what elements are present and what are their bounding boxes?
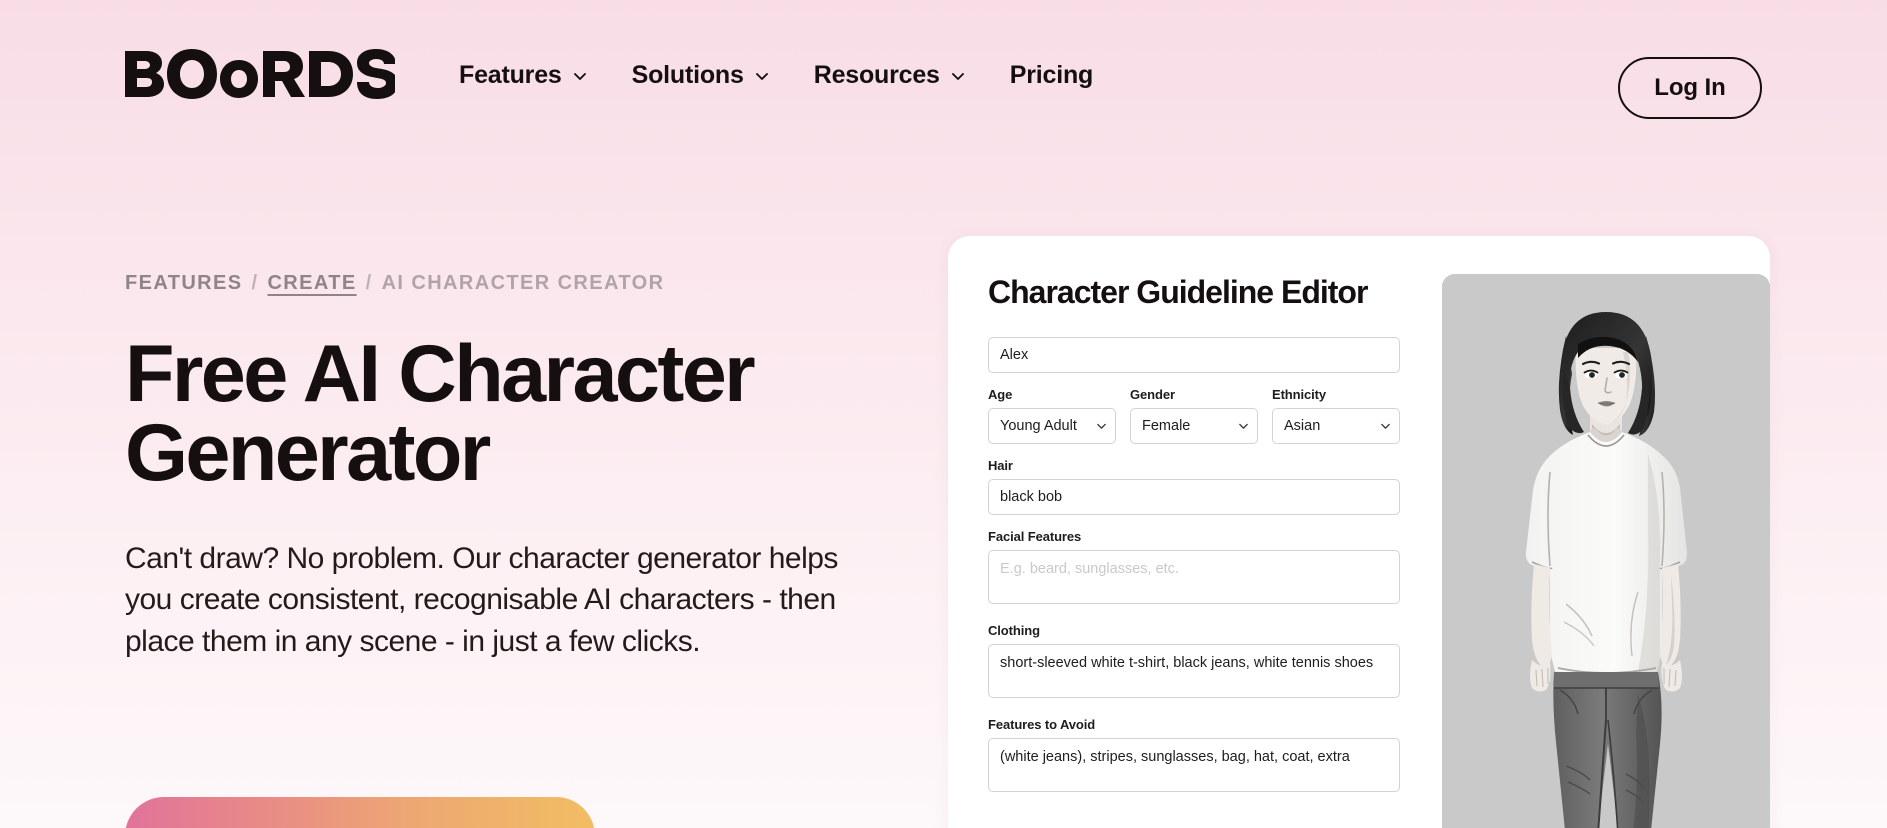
- features-to-avoid-label: Features to Avoid: [988, 717, 1096, 732]
- page-title: Free AI Character Generator: [125, 329, 756, 499]
- character-form: Character Guideline Editor Age Young Adu…: [988, 274, 1400, 828]
- character-preview-panel[interactable]: [1442, 274, 1770, 828]
- boords-wordmark-icon: [125, 49, 395, 99]
- facial-features-textarea[interactable]: [988, 550, 1400, 604]
- hair-label: Hair: [988, 458, 1013, 473]
- nav-item-pricing-label: Pricing: [1009, 60, 1094, 89]
- facial-features-field-block: Facial Features: [988, 529, 1400, 609]
- clothing-field-block: Clothing: [988, 623, 1400, 703]
- hero-section: FEATURES / CREATE / AI CHARACTER CREATOR…: [125, 272, 885, 662]
- character-guideline-editor-card: Character Guideline Editor Age Young Adu…: [948, 236, 1770, 828]
- clothing-textarea[interactable]: [988, 644, 1400, 698]
- nav-item-resources[interactable]: Resources: [814, 61, 966, 90]
- age-label: Age: [988, 387, 1013, 402]
- ethnicity-label: Ethnicity: [1272, 387, 1326, 402]
- ethnicity-select[interactable]: Asian: [1272, 408, 1400, 444]
- attribute-select-row: Age Young Adult Gender Female Ethnicity …: [988, 387, 1400, 444]
- features-to-avoid-textarea[interactable]: [988, 738, 1400, 792]
- hair-field-block: Hair: [988, 458, 1400, 515]
- clothing-label: Clothing: [988, 623, 1040, 638]
- chevron-down-icon: [572, 68, 588, 84]
- primary-cta-button[interactable]: [125, 797, 595, 828]
- nav-item-resources-label: Resources: [813, 60, 940, 89]
- editor-title: Character Guideline Editor: [988, 274, 1368, 310]
- boords-logo[interactable]: [125, 47, 395, 103]
- nav-item-features[interactable]: Features: [459, 61, 588, 90]
- breadcrumb-separator: /: [365, 272, 373, 294]
- name-field-block: [988, 337, 1400, 373]
- breadcrumb-item-features[interactable]: FEATURES: [125, 272, 243, 295]
- nav-item-pricing[interactable]: Pricing: [1009, 60, 1094, 90]
- breadcrumb-separator: /: [251, 272, 259, 294]
- nav-item-solutions-label: Solutions: [631, 60, 744, 89]
- nav-item-solutions[interactable]: Solutions: [632, 61, 770, 90]
- ethnicity-field-block: Ethnicity Asian: [1272, 387, 1400, 444]
- chevron-down-icon: [754, 68, 770, 84]
- main-navigation: Features Solutions Resources Pricing: [459, 61, 1093, 90]
- character-name-input[interactable]: [988, 337, 1400, 373]
- gender-select[interactable]: Female: [1130, 408, 1258, 444]
- breadcrumb: FEATURES / CREATE / AI CHARACTER CREATOR: [125, 272, 885, 295]
- age-field-block: Age Young Adult: [988, 387, 1116, 444]
- age-select[interactable]: Young Adult: [988, 408, 1116, 444]
- site-header: Features Solutions Resources Pricing Log…: [0, 0, 1887, 150]
- features-to-avoid-field-block: Features to Avoid: [988, 717, 1400, 797]
- chevron-down-icon: [950, 68, 966, 84]
- hair-input[interactable]: [988, 479, 1400, 515]
- login-button[interactable]: Log In: [1618, 57, 1762, 119]
- nav-item-features-label: Features: [459, 60, 562, 89]
- gender-field-block: Gender Female: [1130, 387, 1258, 444]
- breadcrumb-item-create[interactable]: CREATE: [267, 272, 356, 295]
- character-illustration: [1442, 274, 1770, 828]
- gender-label: Gender: [1130, 387, 1175, 402]
- breadcrumb-item-current: AI CHARACTER CREATOR: [381, 272, 665, 294]
- hero-subtitle: Can't draw? No problem. Our character ge…: [125, 541, 838, 658]
- facial-features-label: Facial Features: [988, 529, 1082, 544]
